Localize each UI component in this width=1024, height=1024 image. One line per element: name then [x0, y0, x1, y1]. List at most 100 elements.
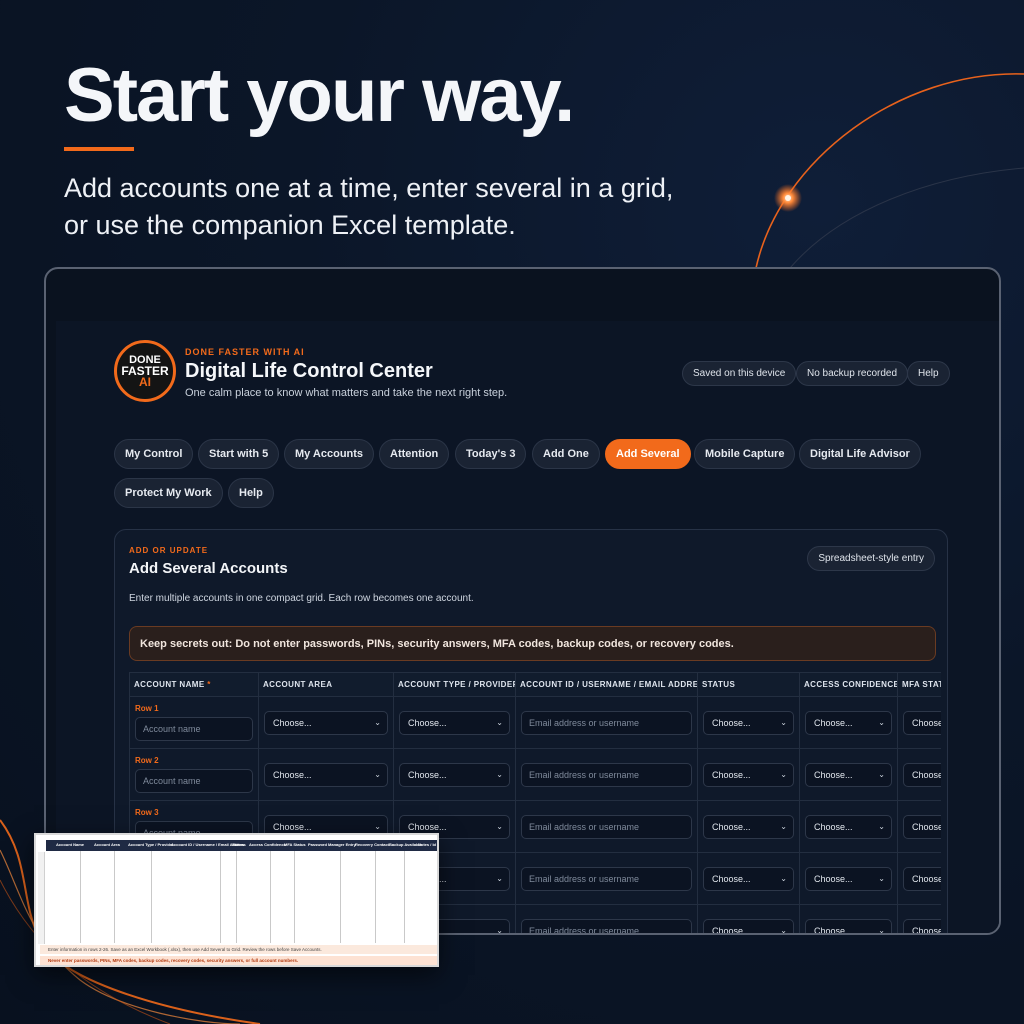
mfa-status-select[interactable]: Choose...⌄ — [903, 710, 941, 735]
tab-my-control[interactable]: My Control — [114, 439, 194, 469]
account-name-input[interactable]: Account name — [135, 717, 253, 741]
chevron-down-icon: ⌄ — [780, 926, 787, 935]
help-chip[interactable]: Help — [907, 361, 950, 386]
chevron-down-icon: ⌄ — [496, 718, 503, 727]
tab-protect-my-work[interactable]: Protect My Work — [114, 478, 223, 508]
status-select[interactable]: Choose... ⌄ — [703, 866, 794, 891]
tab-start-with-5[interactable]: Start with 5 — [198, 439, 280, 469]
status-select[interactable]: Choose... ⌄ — [703, 762, 794, 787]
table-row: Row 2 Account name Choose... ⌄ Choose... ⌄ … — [129, 748, 941, 801]
secrets-warning: Keep secrets out: Do not enter passwords… — [129, 626, 936, 661]
tab-todays-3[interactable]: Today's 3 — [455, 439, 527, 469]
spreadsheet-entry-chip[interactable]: Spreadsheet-style entry — [807, 546, 935, 571]
chevron-down-icon: ⌄ — [374, 770, 381, 779]
account-id-input[interactable]: Email address or username — [521, 866, 692, 891]
excel-header-cell: Password Manager Entry — [308, 842, 356, 847]
excel-column-line — [270, 851, 271, 943]
backup-status-chip[interactable]: No backup recorded — [796, 361, 909, 386]
tab-mobile-capture[interactable]: Mobile Capture — [694, 439, 796, 469]
status-select[interactable]: Choose... ⌄ — [703, 918, 794, 935]
chevron-down-icon: ⌄ — [878, 770, 885, 779]
excel-header-cell: Account Name — [56, 842, 85, 847]
mfa-status-select[interactable]: Choose...⌄ — [903, 866, 941, 891]
account-type-select[interactable]: Choose...⌄ — [399, 762, 510, 787]
access-confidence-select[interactable]: Choose... ⌄ — [805, 866, 892, 891]
account-id-input[interactable]: Email address or username — [521, 814, 692, 839]
brand-logo: DONE FASTER AI — [114, 340, 176, 402]
mfa-status-select[interactable]: Choose...⌄ — [903, 762, 941, 787]
chevron-down-icon: ⌄ — [374, 718, 381, 727]
excel-column-line — [151, 851, 152, 943]
app-subtitle: One calm place to know what matters and … — [185, 387, 508, 399]
excel-template-preview: Account Name Account Area Account Type /… — [34, 833, 439, 967]
access-confidence-select[interactable]: Choose... ⌄ — [805, 710, 892, 735]
access-confidence-select[interactable]: Choose... ⌄ — [805, 814, 892, 839]
tab-digital-life-advisor[interactable]: Digital Life Advisor — [799, 439, 921, 469]
excel-header-cell: MFA Status — [284, 842, 306, 847]
excel-warning: Never enter passwords, PINs, MFA codes, … — [40, 956, 437, 965]
excel-header-cell: Recovery Contact — [355, 842, 390, 847]
chevron-down-icon: ⌄ — [878, 874, 885, 883]
column-header-access-confidence: ACCESS CONFIDENCE — [799, 672, 898, 697]
excel-header-cell: Backup Available — [389, 842, 422, 847]
excel-row-numbers — [38, 852, 45, 944]
chevron-down-icon: ⌄ — [496, 822, 503, 831]
panel-description: Enter multiple accounts in one compact g… — [129, 593, 474, 604]
hero-subtitle-line: or use the companion Excel template. — [64, 210, 516, 240]
column-header-mfa-status: MFA STATUS — [897, 672, 941, 697]
account-id-input[interactable]: Email address or username — [521, 762, 692, 787]
account-id-input[interactable]: Email address or username — [521, 710, 692, 735]
excel-column-line — [294, 851, 295, 943]
status-select[interactable]: Choose... ⌄ — [703, 814, 794, 839]
chevron-down-icon: ⌄ — [374, 822, 381, 831]
excel-column-line — [236, 851, 237, 943]
tab-add-one[interactable]: Add One — [532, 439, 600, 469]
column-header-account-name: ACCOUNT NAME * — [129, 672, 259, 697]
access-confidence-select[interactable]: Choose... ⌄ — [805, 918, 892, 935]
saved-status-chip[interactable]: Saved on this device — [682, 361, 797, 386]
mfa-status-select[interactable]: Choose...⌄ — [903, 918, 941, 933]
tab-attention[interactable]: Attention — [379, 439, 450, 469]
access-confidence-select[interactable]: Choose... ⌄ — [805, 762, 892, 787]
chevron-down-icon: ⌄ — [496, 926, 503, 935]
tab-add-several[interactable]: Add Several — [605, 439, 691, 469]
mfa-status-select[interactable]: Choose...⌄ — [903, 814, 941, 839]
excel-column-line — [404, 851, 405, 943]
excel-column-line — [340, 851, 341, 943]
excel-column-line — [114, 851, 115, 943]
chevron-down-icon: ⌄ — [496, 770, 503, 779]
chevron-down-icon: ⌄ — [780, 718, 787, 727]
excel-header-cell: Status — [232, 842, 245, 847]
hero-accent-rule — [64, 147, 134, 151]
excel-instructions: Enter information in rows 2-26. Save as … — [40, 945, 437, 954]
excel-column-line — [220, 851, 221, 943]
hero-subtitle-line: Add accounts one at a time, enter severa… — [64, 173, 674, 203]
account-type-select[interactable]: Choose...⌄ — [399, 710, 510, 735]
row-label: Row 3 — [135, 808, 159, 817]
excel-header-cell: Account Area — [94, 842, 120, 847]
tab-my-accounts[interactable]: My Accounts — [284, 439, 375, 469]
chevron-down-icon: ⌄ — [780, 874, 787, 883]
row-label: Row 1 — [135, 704, 159, 713]
chevron-down-icon: ⌄ — [780, 822, 787, 831]
excel-column-line — [80, 851, 81, 943]
tab-help[interactable]: Help — [228, 478, 274, 508]
chevron-down-icon: ⌄ — [878, 926, 885, 935]
column-header-status: STATUS — [697, 672, 800, 697]
account-id-input[interactable]: Email address or username — [521, 918, 692, 933]
account-name-input[interactable]: Account name — [135, 769, 253, 793]
account-area-select[interactable]: Choose...⌄ — [264, 710, 388, 735]
chevron-down-icon: ⌄ — [878, 822, 885, 831]
account-area-select[interactable]: Choose...⌄ — [264, 762, 388, 787]
status-select[interactable]: Choose... ⌄ — [703, 710, 794, 735]
app-title: Digital Life Control Center — [185, 360, 433, 382]
column-header-account-type: ACCOUNT TYPE / PROVIDER — [393, 672, 516, 697]
hero-subtitle: Add accounts one at a time, enter severa… — [64, 170, 764, 244]
hero-title: Start your way. — [64, 53, 575, 138]
chevron-down-icon: ⌄ — [878, 718, 885, 727]
brand-name: DONE FASTER WITH AI — [185, 347, 305, 357]
excel-header-row: Account Name Account Area Account Type /… — [46, 840, 437, 851]
table-row: Row 1 Account name Choose... ⌄ Choose... ⌄ … — [129, 696, 941, 749]
panel-title: Add Several Accounts — [129, 560, 288, 577]
chevron-down-icon: ⌄ — [780, 770, 787, 779]
